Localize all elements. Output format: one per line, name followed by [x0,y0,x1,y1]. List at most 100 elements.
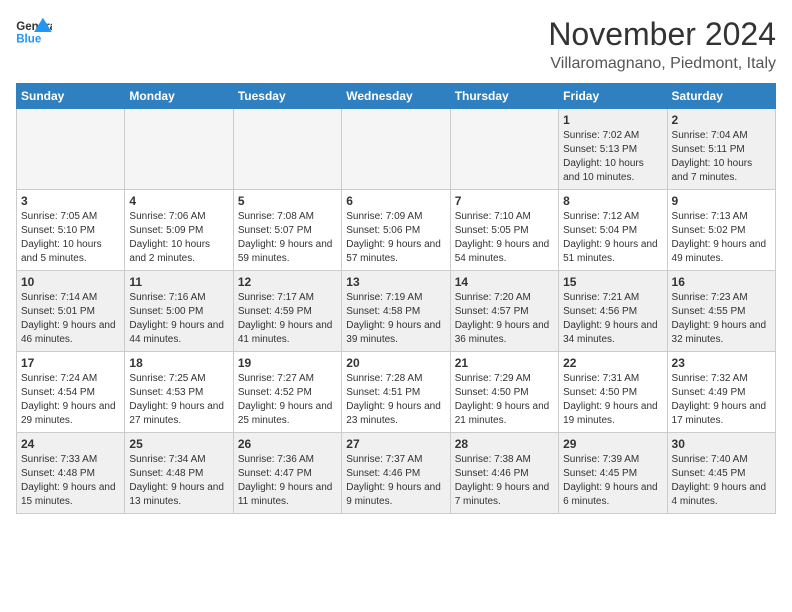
day-info: Sunrise: 7:23 AMSunset: 4:55 PMDaylight:… [672,291,771,347]
day-number: 6 [346,194,445,208]
header-monday: Monday [125,84,233,109]
day-info: Sunrise: 7:39 AMSunset: 4:45 PMDaylight:… [563,453,662,509]
day-number: 4 [129,194,228,208]
day-cell: 5Sunrise: 7:08 AMSunset: 5:07 PMDaylight… [233,190,341,271]
day-info: Sunrise: 7:37 AMSunset: 4:46 PMDaylight:… [346,453,445,509]
day-info: Sunrise: 7:12 AMSunset: 5:04 PMDaylight:… [563,210,662,266]
logo: General Blue [16,16,52,48]
day-info: Sunrise: 7:20 AMSunset: 4:57 PMDaylight:… [455,291,554,347]
week-row-2: 10Sunrise: 7:14 AMSunset: 5:01 PMDayligh… [17,271,776,352]
day-cell: 2 Sunrise: 7:04 AMSunset: 5:11 PMDaylight… [667,109,775,190]
month-title: November 2024 [548,16,776,53]
day-info: Sunrise: 7:04 AMSunset: 5:11 PMDaylight:… [672,129,771,185]
day-cell [233,109,341,190]
day-cell: 18 Sunrise: 7:25 AMSunset: 4:53 PMDayligh… [125,352,233,433]
header-saturday: Saturday [667,84,775,109]
day-number: 15 [563,275,662,289]
day-number: 27 [346,437,445,451]
day-cell: 15 Sunrise: 7:21 AMSunset: 4:56 PMDayligh… [559,271,667,352]
day-info: Sunrise: 7:21 AMSunset: 4:56 PMDaylight:… [563,291,662,347]
day-cell: 16 Sunrise: 7:23 AMSunset: 4:55 PMDayligh… [667,271,775,352]
day-info: Sunrise: 7:06 AMSunset: 5:09 PMDaylight:… [129,210,228,266]
day-cell: 13Sunrise: 7:19 AMSunset: 4:58 PMDayligh… [342,271,450,352]
day-info: Sunrise: 7:34 AMSunset: 4:48 PMDaylight:… [129,453,228,509]
day-number: 16 [672,275,771,289]
day-cell: 27 Sunrise: 7:37 AMSunset: 4:46 PMDayligh… [342,433,450,514]
day-info: Sunrise: 7:33 AMSunset: 4:48 PMDaylight:… [21,453,120,509]
calendar-header-row: SundayMondayTuesdayWednesdayThursdayFrid… [17,84,776,109]
week-row-4: 24 Sunrise: 7:33 AMSunset: 4:48 PMDayligh… [17,433,776,514]
day-info: Sunrise: 7:25 AMSunset: 4:53 PMDaylight:… [129,372,228,428]
day-cell: 22 Sunrise: 7:31 AMSunset: 4:50 PMDayligh… [559,352,667,433]
header-sunday: Sunday [17,84,125,109]
day-cell [342,109,450,190]
title-block: November 2024 Villaromagnano, Piedmont, … [548,16,776,73]
day-cell: 14Sunrise: 7:20 AMSunset: 4:57 PMDayligh… [450,271,558,352]
day-cell: 11 Sunrise: 7:16 AMSunset: 5:00 PMDayligh… [125,271,233,352]
day-number: 30 [672,437,771,451]
day-info: Sunrise: 7:36 AMSunset: 4:47 PMDaylight:… [238,453,337,509]
week-row-0: 1 Sunrise: 7:02 AMSunset: 5:13 PMDaylight… [17,109,776,190]
day-cell: 7Sunrise: 7:10 AMSunset: 5:05 PMDaylight… [450,190,558,271]
day-number: 11 [129,275,228,289]
day-number: 13 [346,275,445,289]
day-number: 2 [672,113,771,127]
day-number: 19 [238,356,337,370]
day-info: Sunrise: 7:14 AMSunset: 5:01 PMDaylight:… [21,291,120,347]
day-number: 24 [21,437,120,451]
day-number: 26 [238,437,337,451]
day-cell: 24 Sunrise: 7:33 AMSunset: 4:48 PMDayligh… [17,433,125,514]
header: General Blue November 2024 Villaromagnan… [16,16,776,73]
day-info: Sunrise: 7:38 AMSunset: 4:46 PMDaylight:… [455,453,554,509]
day-cell: 30Sunrise: 7:40 AMSunset: 4:45 PMDayligh… [667,433,775,514]
day-cell: 25 Sunrise: 7:34 AMSunset: 4:48 PMDayligh… [125,433,233,514]
day-info: Sunrise: 7:13 AMSunset: 5:02 PMDaylight:… [672,210,771,266]
day-cell [125,109,233,190]
location: Villaromagnano, Piedmont, Italy [548,55,776,73]
day-cell: 12 Sunrise: 7:17 AMSunset: 4:59 PMDayligh… [233,271,341,352]
day-number: 8 [563,194,662,208]
header-friday: Friday [559,84,667,109]
day-cell [450,109,558,190]
day-number: 22 [563,356,662,370]
day-info: Sunrise: 7:24 AMSunset: 4:54 PMDaylight:… [21,372,120,428]
day-number: 17 [21,356,120,370]
day-info: Sunrise: 7:17 AMSunset: 4:59 PMDaylight:… [238,291,337,347]
day-cell: 4 Sunrise: 7:06 AMSunset: 5:09 PMDaylight… [125,190,233,271]
day-info: Sunrise: 7:32 AMSunset: 4:49 PMDaylight:… [672,372,771,428]
week-row-3: 17 Sunrise: 7:24 AMSunset: 4:54 PMDayligh… [17,352,776,433]
day-cell: 9 Sunrise: 7:13 AMSunset: 5:02 PMDaylight… [667,190,775,271]
day-info: Sunrise: 7:31 AMSunset: 4:50 PMDaylight:… [563,372,662,428]
day-number: 3 [21,194,120,208]
day-number: 20 [346,356,445,370]
day-number: 28 [455,437,554,451]
day-number: 5 [238,194,337,208]
day-cell: 17 Sunrise: 7:24 AMSunset: 4:54 PMDayligh… [17,352,125,433]
day-info: Sunrise: 7:28 AMSunset: 4:51 PMDaylight:… [346,372,445,428]
day-info: Sunrise: 7:27 AMSunset: 4:52 PMDaylight:… [238,372,337,428]
day-number: 23 [672,356,771,370]
day-cell: 19 Sunrise: 7:27 AMSunset: 4:52 PMDayligh… [233,352,341,433]
day-cell: 26 Sunrise: 7:36 AMSunset: 4:47 PMDayligh… [233,433,341,514]
calendar-table: SundayMondayTuesdayWednesdayThursdayFrid… [16,83,776,514]
header-tuesday: Tuesday [233,84,341,109]
week-row-1: 3 Sunrise: 7:05 AMSunset: 5:10 PMDaylight… [17,190,776,271]
day-number: 18 [129,356,228,370]
day-info: Sunrise: 7:09 AMSunset: 5:06 PMDaylight:… [346,210,445,266]
day-cell: 29Sunrise: 7:39 AMSunset: 4:45 PMDayligh… [559,433,667,514]
day-info: Sunrise: 7:05 AMSunset: 5:10 PMDaylight:… [21,210,120,266]
day-info: Sunrise: 7:16 AMSunset: 5:00 PMDaylight:… [129,291,228,347]
day-info: Sunrise: 7:29 AMSunset: 4:50 PMDaylight:… [455,372,554,428]
day-number: 9 [672,194,771,208]
day-cell: 28 Sunrise: 7:38 AMSunset: 4:46 PMDayligh… [450,433,558,514]
logo-icon: General Blue [16,16,52,48]
day-cell: 23 Sunrise: 7:32 AMSunset: 4:49 PMDayligh… [667,352,775,433]
day-info: Sunrise: 7:02 AMSunset: 5:13 PMDaylight:… [563,129,662,185]
day-number: 25 [129,437,228,451]
day-number: 1 [563,113,662,127]
day-cell: 1 Sunrise: 7:02 AMSunset: 5:13 PMDaylight… [559,109,667,190]
day-cell: 20 Sunrise: 7:28 AMSunset: 4:51 PMDayligh… [342,352,450,433]
day-cell: 3 Sunrise: 7:05 AMSunset: 5:10 PMDaylight… [17,190,125,271]
page-container: General Blue November 2024 Villaromagnan… [0,0,792,522]
day-number: 12 [238,275,337,289]
